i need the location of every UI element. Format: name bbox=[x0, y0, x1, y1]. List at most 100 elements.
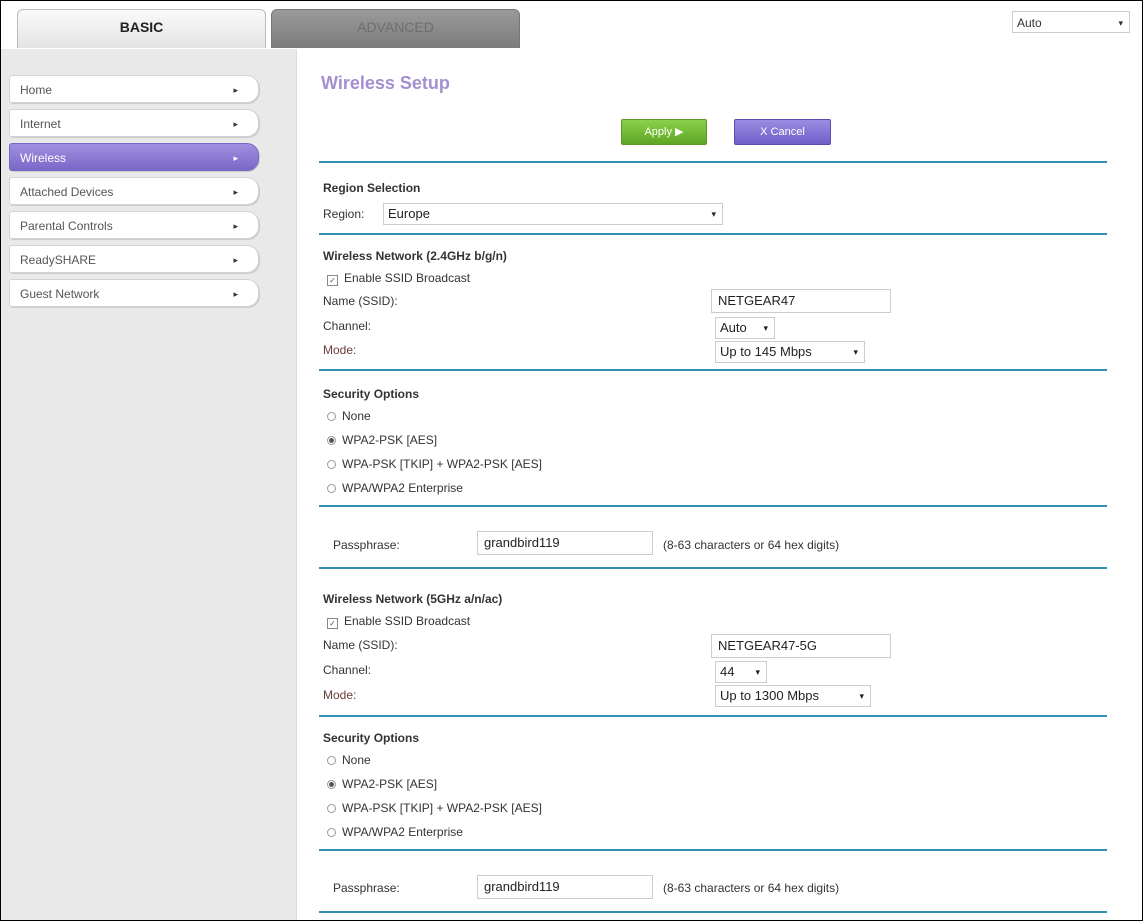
language-select-value: Auto bbox=[1017, 16, 1042, 30]
chevron-down-icon: ▾ bbox=[711, 209, 716, 219]
divider bbox=[319, 161, 1107, 163]
chevron-down-icon: ▾ bbox=[763, 323, 768, 333]
net24-option-none[interactable]: None bbox=[327, 409, 371, 423]
net5-mode-label: Mode: bbox=[323, 688, 357, 702]
cancel-button[interactable]: X Cancel bbox=[734, 119, 831, 145]
net5-name-label: Name (SSID): bbox=[323, 638, 398, 652]
sidebar-item-label: Guest Network bbox=[20, 287, 100, 301]
net5-security-title: Security Options bbox=[323, 731, 420, 745]
sidebar-item-guest-network[interactable]: Guest Network ▸ bbox=[9, 279, 259, 307]
chevron-down-icon: ▾ bbox=[1118, 18, 1123, 28]
radio-selected-icon[interactable] bbox=[327, 780, 336, 789]
sidebar-item-parental-controls[interactable]: Parental Controls ▸ bbox=[9, 211, 259, 239]
arrow-right-icon: ▸ bbox=[233, 153, 238, 163]
option-label: WPA-PSK [TKIP] + WPA2-PSK [AES] bbox=[342, 801, 542, 815]
net5-ssid-broadcast-label: Enable SSID Broadcast bbox=[344, 614, 471, 628]
net5-option-none[interactable]: None bbox=[327, 753, 371, 767]
region-label: Region: bbox=[323, 207, 365, 221]
net24-mode-select[interactable]: Up to 145 Mbps ▾ bbox=[715, 341, 865, 363]
tab-advanced[interactable]: ADVANCED bbox=[271, 9, 520, 48]
divider bbox=[319, 369, 1107, 371]
apply-button[interactable]: Apply ▶ bbox=[621, 119, 707, 145]
region-select-value: Europe bbox=[388, 206, 430, 221]
main-panel: Wireless Setup Apply ▶ X Cancel Region S… bbox=[297, 49, 1142, 920]
sidebar-item-label: Internet bbox=[20, 117, 61, 131]
net5-option-wpa2[interactable]: WPA2-PSK [AES] bbox=[327, 777, 437, 791]
language-select[interactable]: Auto ▾ bbox=[1012, 11, 1130, 33]
divider bbox=[319, 715, 1107, 717]
arrow-right-icon: ▸ bbox=[233, 85, 238, 95]
sidebar-item-label: Wireless bbox=[20, 151, 67, 165]
net24-ssid-broadcast-label: Enable SSID Broadcast bbox=[344, 271, 471, 285]
net5-channel-select[interactable]: 44 ▾ bbox=[715, 661, 767, 683]
radio-selected-icon[interactable] bbox=[327, 436, 336, 445]
net24-ssid-broadcast[interactable]: ✓ Enable SSID Broadcast bbox=[327, 271, 470, 286]
chevron-down-icon: ▾ bbox=[853, 347, 858, 357]
divider bbox=[319, 911, 1107, 913]
net24-passphrase-label: Passphrase: bbox=[333, 538, 400, 552]
checkbox-checked-icon[interactable]: ✓ bbox=[327, 618, 338, 629]
divider bbox=[319, 233, 1107, 235]
net5-passphrase-label: Passphrase: bbox=[333, 881, 400, 895]
option-label: WPA/WPA2 Enterprise bbox=[342, 481, 463, 495]
sidebar-item-readyshare[interactable]: ReadySHARE ▸ bbox=[9, 245, 259, 273]
divider bbox=[319, 505, 1107, 507]
net5-mode-select[interactable]: Up to 1300 Mbps ▾ bbox=[715, 685, 871, 707]
sidebar-item-attached-devices[interactable]: Attached Devices ▸ bbox=[9, 177, 259, 205]
sidebar-item-label: Parental Controls bbox=[20, 219, 113, 233]
sidebar-item-label: Attached Devices bbox=[20, 185, 114, 199]
net24-option-wpa2[interactable]: WPA2-PSK [AES] bbox=[327, 433, 437, 447]
option-label: WPA/WPA2 Enterprise bbox=[342, 825, 463, 839]
net24-option-enterprise[interactable]: WPA/WPA2 Enterprise bbox=[327, 481, 463, 495]
net5-channel-value: 44 bbox=[720, 664, 735, 679]
net5-option-enterprise[interactable]: WPA/WPA2 Enterprise bbox=[327, 825, 463, 839]
checkbox-checked-icon[interactable]: ✓ bbox=[327, 275, 338, 286]
net24-name-label: Name (SSID): bbox=[323, 294, 398, 308]
radio-icon[interactable] bbox=[327, 828, 336, 837]
arrow-right-icon: ▸ bbox=[233, 221, 238, 231]
sidebar-item-label: ReadySHARE bbox=[20, 253, 97, 267]
net5-passphrase-input[interactable]: grandbird119 bbox=[477, 875, 653, 899]
tab-basic[interactable]: BASIC bbox=[17, 9, 266, 48]
net24-passphrase-hint: (8-63 characters or 64 hex digits) bbox=[663, 538, 840, 552]
option-label: WPA2-PSK [AES] bbox=[342, 777, 438, 791]
net24-channel-select[interactable]: Auto ▾ bbox=[715, 317, 775, 339]
chevron-down-icon: ▾ bbox=[755, 667, 760, 677]
top-tab-bar: BASIC ADVANCED Auto ▾ bbox=[1, 1, 1142, 49]
sidebar-item-wireless[interactable]: Wireless ▸ bbox=[9, 143, 259, 171]
divider bbox=[319, 567, 1107, 569]
net24-passphrase-input[interactable]: grandbird119 bbox=[477, 531, 653, 555]
net5-ssid-input[interactable]: NETGEAR47-5G bbox=[711, 634, 891, 658]
sidebar-nav: Home ▸ Internet ▸ Wireless ▸ Attached De… bbox=[9, 75, 259, 313]
sidebar-item-home[interactable]: Home ▸ bbox=[9, 75, 259, 103]
radio-icon[interactable] bbox=[327, 460, 336, 469]
radio-icon[interactable] bbox=[327, 804, 336, 813]
option-label: None bbox=[342, 753, 371, 767]
chevron-down-icon: ▾ bbox=[859, 691, 864, 701]
net24-mode-label: Mode: bbox=[323, 343, 357, 357]
net5-passphrase-hint: (8-63 characters or 64 hex digits) bbox=[663, 881, 840, 895]
net5-mode-value: Up to 1300 Mbps bbox=[720, 688, 820, 703]
sidebar-item-label: Home bbox=[20, 83, 53, 97]
net24-option-wpa-wpa2-mixed[interactable]: WPA-PSK [TKIP] + WPA2-PSK [AES] bbox=[327, 457, 542, 471]
arrow-right-icon: ▸ bbox=[233, 289, 238, 299]
sidebar: Home ▸ Internet ▸ Wireless ▸ Attached De… bbox=[1, 49, 297, 920]
net5-ssid-broadcast[interactable]: ✓ Enable SSID Broadcast bbox=[327, 614, 470, 629]
option-label: WPA2-PSK [AES] bbox=[342, 433, 438, 447]
net5-channel-label: Channel: bbox=[323, 663, 372, 677]
net24-ssid-input[interactable]: NETGEAR47 bbox=[711, 289, 891, 313]
radio-icon[interactable] bbox=[327, 484, 336, 493]
net24-channel-value: Auto bbox=[720, 320, 747, 335]
page-title: Wireless Setup bbox=[321, 73, 450, 93]
sidebar-item-internet[interactable]: Internet ▸ bbox=[9, 109, 259, 137]
option-label: None bbox=[342, 409, 371, 423]
radio-icon[interactable] bbox=[327, 756, 336, 765]
net5-option-wpa-wpa2-mixed[interactable]: WPA-PSK [TKIP] + WPA2-PSK [AES] bbox=[327, 801, 542, 815]
arrow-right-icon: ▸ bbox=[233, 119, 238, 129]
region-section-title: Region Selection bbox=[323, 181, 421, 195]
net24-security-title: Security Options bbox=[323, 387, 420, 401]
radio-icon[interactable] bbox=[327, 412, 336, 421]
option-label: WPA-PSK [TKIP] + WPA2-PSK [AES] bbox=[342, 457, 542, 471]
region-select[interactable]: Europe ▾ bbox=[383, 203, 723, 225]
net24-mode-value: Up to 145 Mbps bbox=[720, 344, 812, 359]
